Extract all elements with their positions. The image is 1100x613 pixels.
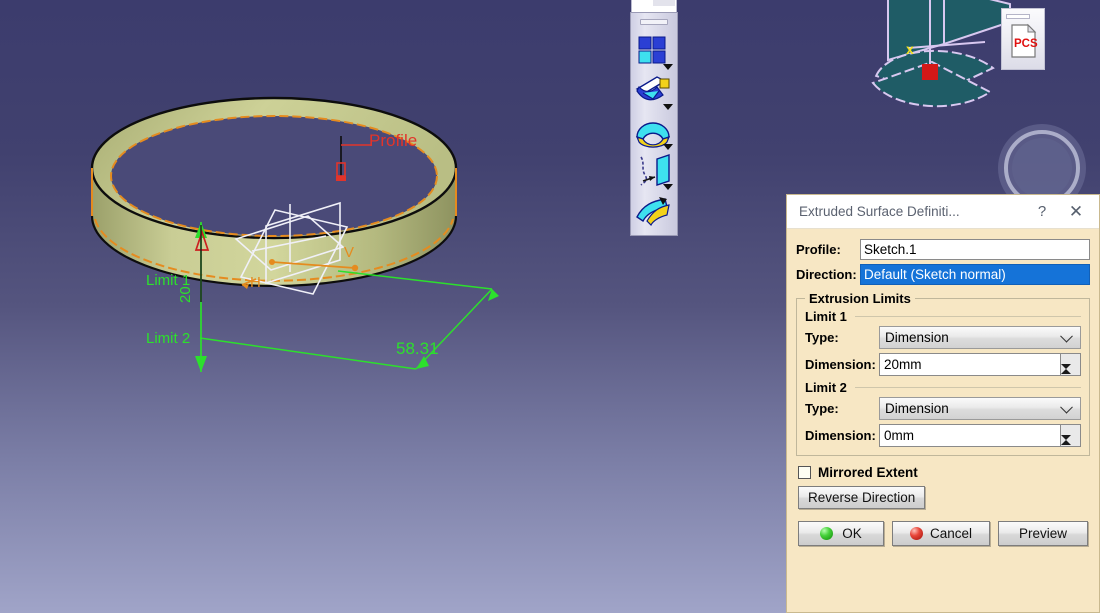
ok-status-icon xyxy=(820,527,834,540)
profile-row: Profile: Sketch.1 xyxy=(796,239,1090,260)
toolbar-grip[interactable] xyxy=(640,19,668,25)
mirrored-extent-label: Mirrored Extent xyxy=(818,465,918,480)
limit1-type-select[interactable]: Dimension xyxy=(879,326,1081,349)
limit2-dimension-input[interactable]: 0mm xyxy=(879,424,1060,447)
limit2-rule xyxy=(854,387,1081,388)
profile-label: Profile xyxy=(369,131,417,150)
axis-h-label: H xyxy=(250,274,261,291)
preview-button[interactable]: Preview xyxy=(998,521,1088,546)
cancel-button[interactable]: Cancel xyxy=(892,521,990,546)
limit2-type-value: Dimension xyxy=(885,401,949,416)
fragment-button xyxy=(653,0,675,6)
limit1-title: Limit 1 xyxy=(805,309,847,324)
chevron-down-icon[interactable] xyxy=(663,64,673,70)
surfaces-toolbar[interactable] xyxy=(630,12,678,236)
limit2-type-select[interactable]: Dimension xyxy=(879,397,1081,420)
direction-input[interactable]: Default (Sketch normal) xyxy=(860,264,1090,285)
extrude-surface-icon[interactable] xyxy=(631,151,675,191)
fill-surface-icon[interactable] xyxy=(631,111,675,151)
diameter-value: 58.31 xyxy=(396,339,439,358)
help-button[interactable]: ? xyxy=(1025,203,1059,220)
limit2-type-label: Type: xyxy=(805,401,839,416)
limit2-spinner[interactable] xyxy=(1060,424,1081,455)
pcs-page-glyph: PCS xyxy=(1011,23,1038,58)
cancel-button-label: Cancel xyxy=(929,526,973,541)
limit1-dimension-input[interactable]: 20mm xyxy=(879,353,1060,376)
dialog-button-bar: OK Cancel Preview xyxy=(798,521,1090,546)
limit2-title: Limit 2 xyxy=(805,380,847,395)
chevron-down-icon[interactable] xyxy=(1060,329,1073,343)
limit1-type-label: Type: xyxy=(805,330,839,345)
profile-label: Profile: xyxy=(796,242,841,257)
reverse-direction-button[interactable]: Reverse Direction xyxy=(798,486,926,509)
limit1-value: 20 xyxy=(177,286,194,303)
mirrored-extent-checkbox[interactable] xyxy=(798,466,811,479)
limit2-dimension-label: Dimension: xyxy=(805,428,876,443)
chevron-down-icon[interactable] xyxy=(1060,400,1073,414)
limit1-dimension-stepper[interactable]: 20mm xyxy=(879,353,1081,384)
limit2-dimension-stepper[interactable]: 0mm xyxy=(879,424,1081,455)
limit2-label: Limit 2 xyxy=(146,330,190,347)
limit1-type-value: Dimension xyxy=(885,330,949,345)
mirrored-extent-row[interactable]: Mirrored Extent xyxy=(798,465,1090,480)
extrusion-limits-legend: Extrusion Limits xyxy=(809,291,911,306)
axis-v-label: V xyxy=(344,244,354,261)
profile-input[interactable]: Sketch.1 xyxy=(860,239,1090,260)
chevron-down-icon[interactable] xyxy=(663,104,673,110)
spinner-down-icon[interactable] xyxy=(1061,364,1071,384)
sweep-surface-icon[interactable] xyxy=(631,71,675,111)
close-icon[interactable]: ✕ xyxy=(1059,202,1093,222)
limit2-header: Limit 2 xyxy=(805,380,1081,395)
svg-text:x: x xyxy=(906,41,914,57)
spinner-down-icon[interactable] xyxy=(1061,435,1071,455)
cancel-status-icon xyxy=(909,527,923,540)
secondary-model: x xyxy=(871,0,1011,108)
limit1-header: Limit 1 xyxy=(805,309,1081,324)
ok-button[interactable]: OK xyxy=(798,521,884,546)
limit1-dimension-label: Dimension: xyxy=(805,357,876,372)
pcs-icon-label: PCS xyxy=(1014,38,1038,50)
limit1-type-row: Type: Dimension xyxy=(805,326,1081,349)
ok-button-label: OK xyxy=(842,526,862,541)
pcs-document-icon[interactable]: PCS xyxy=(1001,8,1045,70)
extruded-surface-definition-dialog[interactable]: Extruded Surface Definiti... ? ✕ Profile… xyxy=(786,194,1100,613)
direction-label: Direction: xyxy=(796,267,857,282)
limit1-rule xyxy=(854,316,1081,317)
chevron-down-icon[interactable] xyxy=(663,144,673,150)
dialog-titlebar[interactable]: Extruded Surface Definiti... ? ✕ xyxy=(787,195,1099,229)
dialog-title: Extruded Surface Definiti... xyxy=(799,204,960,219)
multi-sections-surface-icon[interactable] xyxy=(631,31,675,71)
limit2-type-row: Type: Dimension xyxy=(805,397,1081,420)
limit1-dimension-row: Dimension: 20mm xyxy=(805,353,1081,384)
blend-surface-icon[interactable] xyxy=(631,191,675,231)
dialog-body: Profile: Sketch.1 Direction: Default (Sk… xyxy=(787,229,1099,546)
limit2-dimension-row: Dimension: 0mm xyxy=(805,424,1081,455)
extrusion-limits-group: Extrusion Limits Limit 1 Type: Dimension… xyxy=(796,291,1090,456)
chevron-down-icon[interactable] xyxy=(663,184,673,190)
direction-row: Direction: Default (Sketch normal) xyxy=(796,264,1090,285)
limit1-spinner[interactable] xyxy=(1060,353,1081,384)
